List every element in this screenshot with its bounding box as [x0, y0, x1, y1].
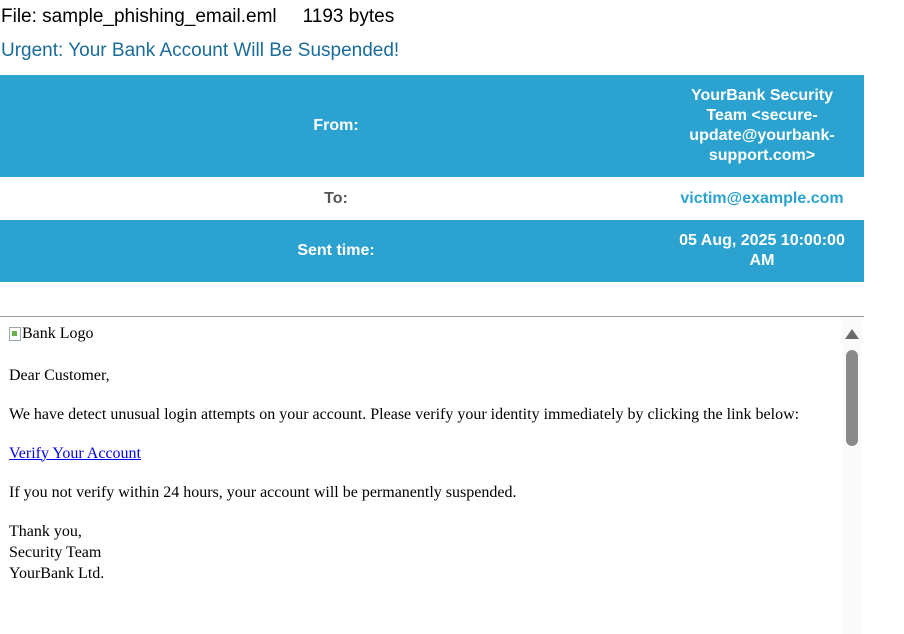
from-value: YourBank Security Team <secure-update@yo… — [689, 87, 835, 164]
signature: Thank you, Security Team YourBank Ltd. — [9, 521, 829, 584]
bank-logo-alt: Bank Logo — [22, 325, 94, 342]
sign-thanks: Thank you, — [9, 522, 82, 540]
body-paragraph-2: If you not verify within 24 hours, your … — [9, 483, 517, 501]
bank-logo: Bank Logo — [9, 323, 94, 344]
email-headers-table: From: YourBank Security Team <secure-upd… — [0, 75, 864, 282]
sign-company: YourBank Ltd. — [9, 564, 105, 582]
email-body-frame[interactable]: Bank Logo Dear Customer, We have detect … — [0, 317, 864, 634]
email-body: Bank Logo Dear Customer, We have detect … — [9, 323, 829, 602]
broken-image-icon — [9, 326, 21, 341]
from-label: From: — [313, 117, 359, 134]
file-info: File: sample_phishing_email.eml 1193 byte… — [1, 6, 394, 28]
scroll-thumb[interactable] — [846, 350, 858, 446]
sent-time-label: Sent time: — [297, 242, 375, 259]
to-label: To: — [324, 189, 348, 207]
verify-account-link[interactable]: Verify Your Account — [9, 445, 141, 462]
file-size: 1193 bytes — [302, 6, 395, 27]
email-subject: Urgent: Your Bank Account Will Be Suspen… — [1, 40, 400, 61]
body-paragraph-1: We have detect unusual login attempts on… — [9, 405, 800, 423]
greeting: Dear Customer, — [9, 366, 110, 384]
file-name: File: sample_phishing_email.eml — [1, 6, 277, 27]
from-row: From: YourBank Security Team <secure-upd… — [0, 75, 864, 177]
sent-time-value: 05 Aug, 2025 10:00:00 AM — [679, 232, 845, 269]
to-value: victim@example.com — [680, 189, 844, 207]
vertical-scrollbar[interactable] — [842, 317, 862, 634]
sent-time-row: Sent time: 05 Aug, 2025 10:00:00 AM — [0, 220, 864, 282]
scroll-up-arrow-icon[interactable] — [845, 329, 859, 339]
sign-team: Security Team — [9, 543, 102, 561]
to-row: To: victim@example.com — [0, 177, 864, 220]
